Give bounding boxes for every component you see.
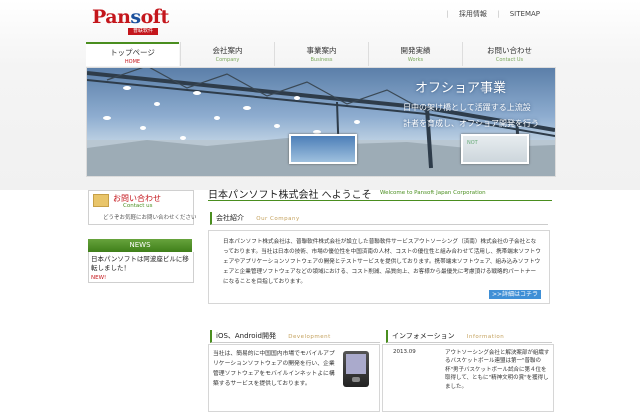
dev-text: 当社は、簡易的に中国国内市場でモバイルアプリケーションソフトウェアの開発を行い、… (213, 351, 335, 387)
sitemap-link[interactable]: SITEMAP (506, 10, 544, 18)
nav-works-label: 開発実績 (400, 46, 431, 55)
info-heading-en: Information (466, 334, 505, 340)
nav-home-en: HOME (124, 59, 141, 65)
new-badge: NEW! (91, 275, 107, 281)
info-heading-text: インフォメーション (392, 332, 455, 340)
nav-works[interactable]: 開発実績 Works (368, 42, 462, 66)
nav-company-label: 会社案内 (212, 46, 243, 55)
logo-subtitle: 普联软件 (128, 28, 158, 35)
nav-business-label: 事業案内 (306, 46, 337, 55)
nav-home[interactable]: トップページ HOME (86, 42, 179, 66)
phone-image (343, 351, 369, 387)
nav-contact-label: お問い合わせ (487, 46, 532, 55)
banner-line-1: 日中の架け橋として活躍する上流設 (403, 103, 531, 112)
company-intro-text: 日本パンソフト株式会社は、普聯軟件株式会社が設立した普聯軟件サービスアウトソーシ… (223, 239, 541, 285)
company-heading-text: 会社紹介 (216, 214, 244, 222)
nav-contact-en: Contact Us (495, 57, 524, 63)
dev-heading-text: iOS、Android開発 (216, 332, 276, 340)
info-box: 2013.09 アウトソーシング会社と解決案部が組織するバスケットボール連盟は第… (382, 344, 554, 412)
contact-subtitle: Contact us (123, 203, 153, 209)
news-heading: NEWS (88, 239, 192, 252)
recruit-link[interactable]: 採用情報 (455, 10, 491, 18)
banner-line-2: 計者を育成し、オフショア開発を行う (403, 119, 539, 128)
banner-thumbnail-1[interactable] (289, 134, 357, 164)
nav-contact[interactable]: お問い合わせ Contact Us (462, 42, 556, 66)
main-content: 日本パンソフト株式会社 へようこそ Welcome to Pansoft Jap… (208, 186, 554, 412)
nav-company[interactable]: 会社案内 Company (180, 42, 274, 66)
nav-home-label: トップページ (110, 48, 155, 57)
news-item-text: 日本パンソフトは阿波座ビルに移転しました！ (91, 255, 189, 272)
welcome-subtitle: Welcome to Pansoft Japan Corporation (380, 190, 486, 196)
pansoft-logo[interactable]: Pansoft 普联软件 (92, 6, 170, 38)
nav-business-en: Business (310, 57, 333, 63)
more-details-button[interactable]: >>詳細はコチラ (489, 290, 541, 299)
company-heading-en: Our Company (256, 216, 300, 222)
hero-banner: オフショア事業 日中の架け橋として活躍する上流設 計者を育成し、オフショア開発を… (86, 67, 556, 177)
info-item[interactable]: アウトソーシング会社と解決案部が組織するバスケットボール連盟は第一"普聯の杯"男… (445, 349, 551, 391)
banner-thumbnail-2[interactable]: NOT (461, 134, 529, 164)
main-navigation: トップページ HOME 会社案内 Company 事業案内 Business 開… (86, 42, 554, 66)
dev-box: 当社は、簡易的に中国国内市場でモバイルアプリケーションソフトウェアの開発を行い、… (208, 344, 380, 412)
left-sidebar: お問い合わせ Contact us どうぞお気軽にお問い合わせください NEWS… (88, 190, 197, 283)
welcome-title: 日本パンソフト株式会社 へようこそ (208, 190, 372, 201)
company-intro-box: 日本パンソフト株式会社は、普聯軟件株式会社が設立した普聯軟件サービスアウトソーシ… (208, 230, 550, 304)
welcome-header: 日本パンソフト株式会社 へようこそ Welcome to Pansoft Jap… (208, 186, 552, 201)
nav-company-en: Company (215, 57, 240, 63)
news-box: 日本パンソフトは阿波座ビルに移転しました！ NEW! (88, 252, 194, 283)
info-section-heading: インフォメーション Information (386, 330, 552, 343)
contact-box[interactable]: お問い合わせ Contact us どうぞお気軽にお問い合わせください (88, 190, 197, 225)
logo-text: Pansoft (92, 6, 169, 28)
utility-links: | 採用情報 | SITEMAP (442, 9, 544, 19)
nav-business[interactable]: 事業案内 Business (274, 42, 368, 66)
thumbnail-2-label: NOT (467, 140, 478, 146)
contact-description: どうぞお気軽にお問い合わせください (103, 215, 197, 221)
news-item[interactable]: 日本パンソフトは阿波座ビルに移転しました！ NEW! (91, 255, 191, 283)
info-date: 2013.09 (393, 349, 416, 355)
dev-section-heading: iOS、Android開発 Development (210, 330, 380, 343)
company-section-heading: 会社紹介 Our Company (210, 212, 548, 225)
mail-icon (93, 194, 109, 207)
nav-works-en: Works (407, 57, 424, 63)
banner-title: オフショア事業 (415, 81, 507, 96)
dev-heading-en: Development (288, 334, 331, 340)
